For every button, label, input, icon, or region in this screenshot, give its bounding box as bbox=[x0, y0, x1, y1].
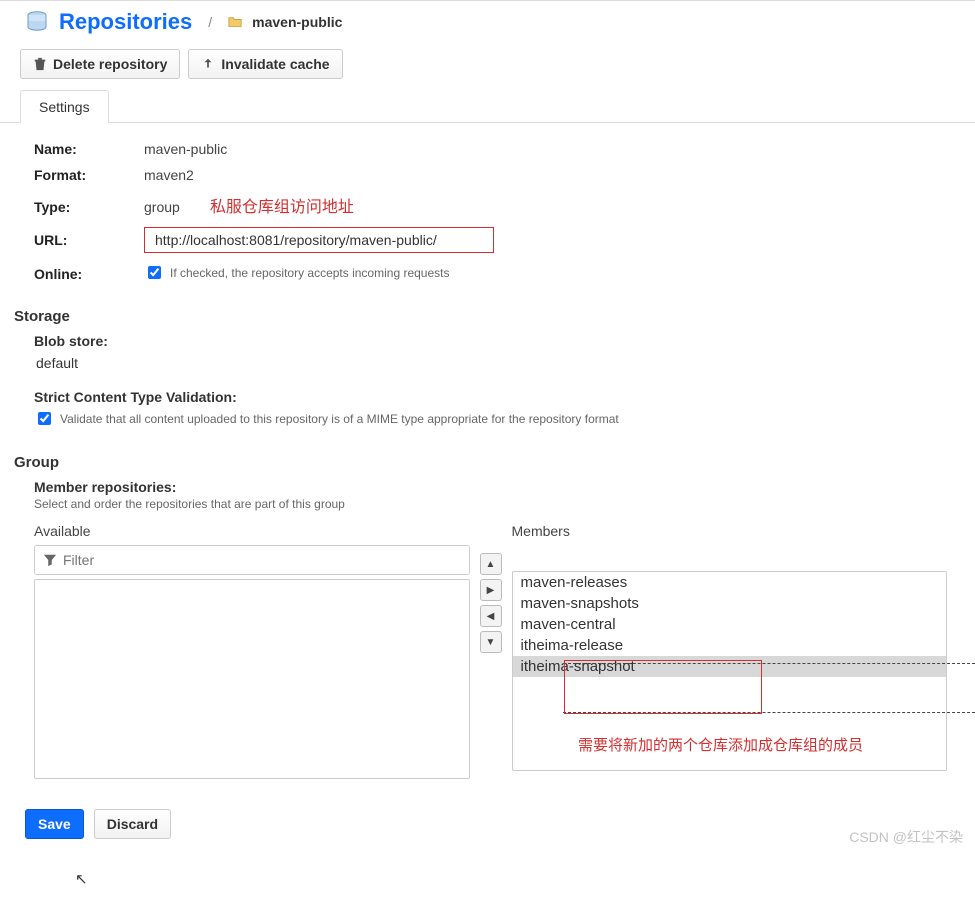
online-label: Online: bbox=[34, 266, 144, 282]
delete-label: Delete repository bbox=[53, 56, 167, 72]
blob-store-label: Blob store: bbox=[34, 333, 947, 349]
online-help: If checked, the repository accepts incom… bbox=[170, 266, 449, 280]
member-annotation: 需要将新加的两个仓库添加成仓库组的成员 bbox=[578, 734, 863, 755]
filter-icon bbox=[43, 553, 57, 567]
breadcrumb: Repositories / maven-public bbox=[0, 0, 975, 43]
filter-box[interactable] bbox=[34, 545, 470, 575]
list-item[interactable]: maven-snapshots bbox=[513, 593, 947, 614]
invalidate-icon bbox=[201, 57, 215, 71]
move-bottom-button[interactable]: ▼ bbox=[480, 631, 502, 653]
group-heading: Group bbox=[14, 454, 947, 471]
members-label: Members bbox=[512, 523, 948, 539]
move-left-button[interactable]: ◀ bbox=[480, 605, 502, 627]
move-top-button[interactable]: ▲ bbox=[480, 553, 502, 575]
repositories-link[interactable]: Repositories bbox=[59, 9, 192, 35]
save-button[interactable]: Save bbox=[25, 809, 84, 839]
name-label: Name: bbox=[34, 141, 144, 157]
list-item[interactable]: itheima-snapshot bbox=[513, 656, 947, 677]
folder-icon bbox=[228, 15, 242, 29]
breadcrumb-separator: / bbox=[208, 14, 212, 30]
blob-store-value: default bbox=[34, 351, 947, 375]
member-repos-label: Member repositories: bbox=[34, 479, 947, 495]
name-value: maven-public bbox=[144, 141, 227, 157]
list-item[interactable]: itheima-release bbox=[513, 635, 947, 656]
type-value: group bbox=[144, 199, 180, 215]
list-item[interactable]: maven-releases bbox=[513, 572, 947, 593]
annotation-line bbox=[563, 712, 975, 713]
format-label: Format: bbox=[34, 167, 144, 183]
type-label: Type: bbox=[34, 199, 144, 215]
breadcrumb-current: maven-public bbox=[252, 14, 342, 30]
delete-repository-button[interactable]: Delete repository bbox=[20, 49, 180, 79]
url-annotation: 私服仓库组访问地址 bbox=[210, 193, 354, 217]
url-label: URL: bbox=[34, 232, 144, 248]
available-list[interactable] bbox=[34, 579, 470, 779]
move-right-button[interactable]: ▶ bbox=[480, 579, 502, 601]
watermark: CSDN @红尘不染 bbox=[849, 827, 963, 847]
url-value[interactable]: http://localhost:8081/repository/maven-p… bbox=[144, 227, 494, 253]
tab-settings[interactable]: Settings bbox=[20, 90, 109, 123]
format-value: maven2 bbox=[144, 167, 194, 183]
available-label: Available bbox=[34, 523, 470, 539]
invalidate-cache-button[interactable]: Invalidate cache bbox=[188, 49, 342, 79]
list-item[interactable]: maven-central bbox=[513, 614, 947, 635]
database-icon bbox=[25, 10, 49, 34]
strict-validation-help: Validate that all content uploaded to th… bbox=[60, 412, 619, 426]
filter-input[interactable] bbox=[57, 550, 461, 570]
strict-validation-checkbox[interactable] bbox=[38, 412, 51, 425]
storage-heading: Storage bbox=[14, 308, 947, 325]
trash-icon bbox=[33, 57, 47, 71]
online-checkbox[interactable] bbox=[148, 266, 161, 279]
annotation-line bbox=[563, 663, 975, 664]
discard-button[interactable]: Discard bbox=[94, 809, 171, 839]
invalidate-label: Invalidate cache bbox=[221, 56, 329, 72]
cursor-icon: ↖ bbox=[75, 870, 88, 888]
strict-validation-label: Strict Content Type Validation: bbox=[34, 389, 947, 405]
member-repos-help: Select and order the repositories that a… bbox=[34, 497, 947, 511]
